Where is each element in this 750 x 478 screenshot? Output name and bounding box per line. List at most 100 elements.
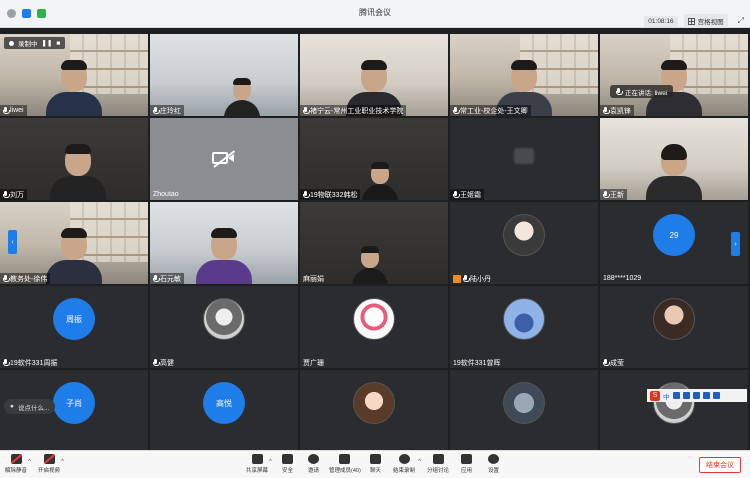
participant-tile[interactable]: 陆小丹 xyxy=(450,202,598,284)
camera-off-icon xyxy=(43,454,55,464)
record-options-chevron-icon[interactable]: ^ xyxy=(418,459,421,465)
ime-punct-icon[interactable] xyxy=(672,392,680,399)
participant-avatar: 高悦 xyxy=(203,382,245,424)
apps-button[interactable]: 应用 xyxy=(461,454,472,474)
record-dot-icon xyxy=(9,40,14,46)
participant-tile[interactable] xyxy=(300,370,448,452)
participant-tile[interactable]: 袁凯锋 xyxy=(600,34,748,116)
ime-toolbar[interactable]: S 中 xyxy=(647,389,747,402)
video-label: 开启视频 xyxy=(38,468,61,474)
meeting-timer: 01:08:16 xyxy=(644,15,678,27)
breakout-rooms-button[interactable]: 分组讨论 xyxy=(427,454,449,474)
share-options-chevron-icon[interactable]: ^ xyxy=(269,459,272,465)
participant-name: 王姬霜 xyxy=(460,191,481,199)
participant-name-bar: 袁凯锋 xyxy=(600,105,634,116)
stop-icon[interactable]: ■ xyxy=(56,40,60,47)
participant-tile[interactable]: 高悦 xyxy=(150,370,298,452)
pause-icon[interactable]: ❚❚ xyxy=(42,39,53,47)
quick-chat-placeholder: 说点什么... xyxy=(17,404,50,412)
participant-video xyxy=(350,242,390,284)
video-button[interactable]: 开启视频 xyxy=(38,454,60,474)
fullscreen-icon[interactable]: ⤢ xyxy=(738,16,744,26)
ime-keyboard-icon[interactable] xyxy=(692,392,700,399)
participant-tile[interactable]: 成莹 xyxy=(600,286,748,368)
participant-tile[interactable]: 高健 xyxy=(150,286,298,368)
recording-indicator[interactable]: 录制中 ❚❚ ■ xyxy=(4,37,66,49)
members-icon xyxy=(339,454,351,464)
mic-icon xyxy=(153,359,160,366)
participant-tile[interactable]: 庄玲红 xyxy=(150,34,298,116)
participant-tile[interactable] xyxy=(450,370,598,452)
gear-icon xyxy=(488,454,499,464)
prev-page-button[interactable]: ‹ xyxy=(8,230,17,254)
mic-icon xyxy=(303,191,310,198)
members-label: 管理成员(40) xyxy=(329,468,361,474)
participant-tile[interactable]: 19物联332韩松 xyxy=(300,118,448,200)
participant-tile[interactable]: 常工业-校企处-王文卿 xyxy=(450,34,598,116)
settings-label: 设置 xyxy=(488,468,500,474)
next-page-button[interactable]: › xyxy=(731,232,740,256)
mute-button[interactable]: 解除静音 xyxy=(5,454,27,474)
participant-avatar xyxy=(503,382,545,424)
share-screen-icon xyxy=(251,454,263,464)
mute-options-chevron-icon[interactable]: ^ xyxy=(28,459,31,465)
invite-button[interactable]: 邀请 xyxy=(308,454,319,474)
participant-tile[interactable]: 周振 19软件331周振 xyxy=(0,286,148,368)
share-screen-button[interactable]: 共享屏幕 xyxy=(246,454,268,474)
participant-name-bar: 19物联332韩松 xyxy=(300,189,361,200)
participant-name-bar: 成莹 xyxy=(600,357,627,368)
quick-chat-input[interactable]: ● 说点什么... xyxy=(4,399,56,414)
ime-skin-icon[interactable] xyxy=(702,392,710,399)
chat-button[interactable]: 聊天 xyxy=(370,454,381,474)
participant-tile[interactable]: 麻丽娟 xyxy=(300,202,448,284)
apps-label: 应用 xyxy=(461,468,473,474)
participant-tile[interactable]: Zhoutao xyxy=(150,118,298,200)
stop-recording-button[interactable]: 结束录制 xyxy=(393,454,415,474)
participant-avatar: 子尚 xyxy=(53,382,95,424)
participant-avatar: 29 xyxy=(653,214,695,256)
participant-name-bar: Zhoutao xyxy=(150,189,182,200)
ime-tools-icon[interactable] xyxy=(712,392,720,399)
participant-name-bar: 常工业-校企处-王文卿 xyxy=(450,105,531,116)
participant-tile[interactable]: 29 188****1029 xyxy=(600,202,748,284)
shield-icon xyxy=(282,454,293,464)
ime-mode[interactable]: 中 xyxy=(663,391,670,401)
end-meeting-button[interactable]: 结束会议 xyxy=(699,457,741,473)
participant-avatar xyxy=(503,214,545,256)
participant-video xyxy=(44,54,104,116)
participant-tile[interactable]: 贾广珊 xyxy=(300,286,448,368)
active-speaker-label: 正在讲话: liwei xyxy=(625,89,668,97)
mic-icon xyxy=(153,275,160,282)
participant-name: 常工业-校企处-王文卿 xyxy=(460,107,528,115)
participant-tile[interactable]: 王新 xyxy=(600,118,748,200)
titlebar-controls: 01:08:16 宫格视图 ⤢ xyxy=(644,14,744,28)
participant-name-bar: 19软件331周振 xyxy=(0,357,60,368)
participant-name: 高健 xyxy=(160,359,174,367)
manage-members-button[interactable]: 管理成员(40) xyxy=(329,454,361,474)
host-badge-icon xyxy=(453,274,461,283)
participant-tile[interactable]: 录制中 ❚❚ ■ liwei xyxy=(0,34,148,116)
participant-tile[interactable]: 王姬霜 xyxy=(450,118,598,200)
breakout-icon xyxy=(432,454,444,464)
video-options-chevron-icon[interactable]: ^ xyxy=(61,459,64,465)
participant-tile[interactable] xyxy=(600,370,748,452)
participant-tile[interactable]: 教务处-徐伟 xyxy=(0,202,148,284)
participant-avatar xyxy=(353,298,395,340)
mic-icon xyxy=(616,88,623,95)
participant-tile[interactable]: 褚宁云-常州工业职业技术学院 xyxy=(300,34,448,116)
participant-tile[interactable]: 刘万 xyxy=(0,118,148,200)
participant-tile[interactable]: 石元敏 xyxy=(150,202,298,284)
participant-name-bar: 王新 xyxy=(600,189,627,200)
ime-voice-icon[interactable] xyxy=(682,392,690,399)
chat-bubble-icon: ● xyxy=(10,403,14,410)
mic-icon xyxy=(453,191,460,198)
participant-name: 袁凯锋 xyxy=(610,107,631,115)
view-mode-button[interactable]: 宫格视图 xyxy=(683,14,728,28)
camera-off-icon xyxy=(212,148,236,168)
record-label: 结束录制 xyxy=(393,468,416,474)
mic-icon xyxy=(303,107,310,114)
security-button[interactable]: 安全 xyxy=(282,454,293,474)
participant-tile[interactable]: 19软件331曾晖 xyxy=(450,286,598,368)
participant-avatar xyxy=(503,298,545,340)
settings-button[interactable]: 设置 xyxy=(488,454,499,474)
